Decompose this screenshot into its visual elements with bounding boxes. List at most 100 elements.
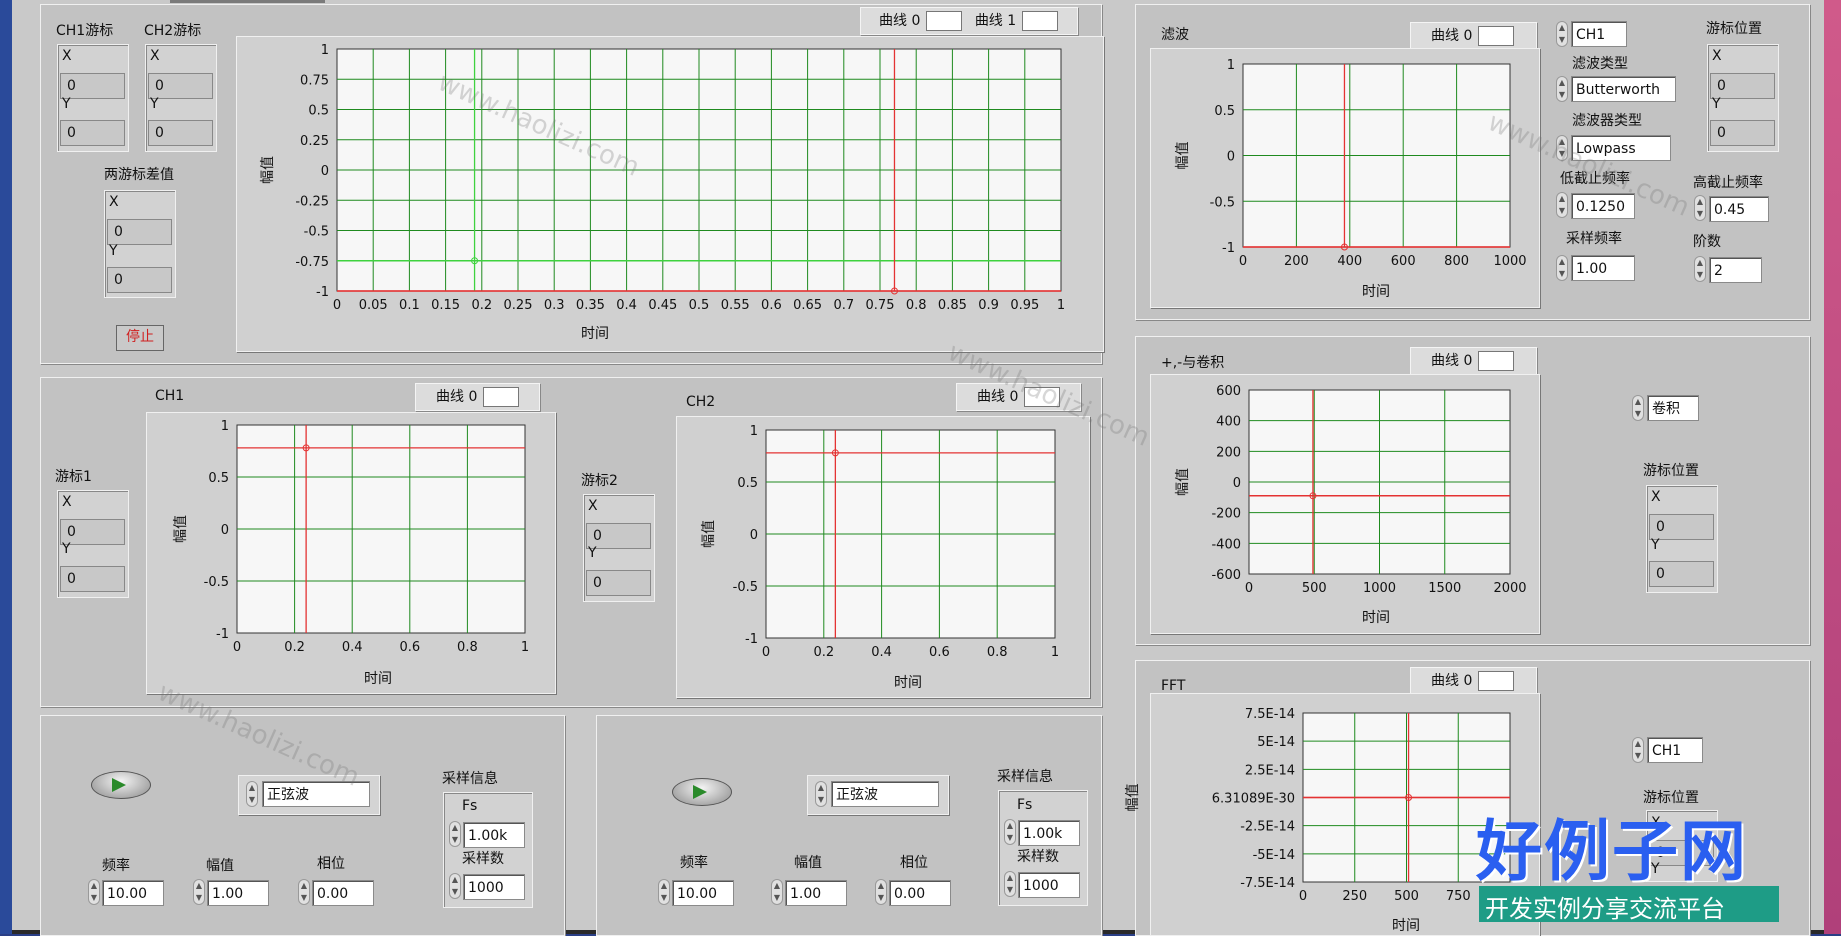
- fft-ytick-label: 7.5E-14: [1245, 707, 1295, 722]
- gen1-wave-select[interactable]: 正弦波: [262, 781, 370, 807]
- main-xlabel: 时间: [581, 326, 609, 342]
- gen1-phase-input[interactable]: 0.00: [312, 880, 374, 906]
- ch2-ytick-label: 0.5: [737, 476, 758, 491]
- main-ytick-label: -1: [316, 285, 329, 300]
- gen2-phase-spinner[interactable]: ▲ ▼: [875, 879, 887, 905]
- main-ytick-label: 0.75: [300, 73, 329, 88]
- filter-fs-spinner[interactable]: ▲ ▼: [1556, 255, 1568, 281]
- gen1-amp-input[interactable]: 1.00: [207, 880, 269, 906]
- ch1-xtick-label: 0.6: [399, 640, 420, 655]
- filter-low-spinner[interactable]: ▲ ▼: [1556, 192, 1568, 218]
- watermark-banner-text: 开发实例分享交流平台: [1485, 895, 1725, 923]
- gen2-n-spinner[interactable]: ▲ ▼: [1004, 871, 1016, 897]
- gen1-fs-input[interactable]: 1.00k: [463, 822, 525, 848]
- gen1-freq-spinner[interactable]: ▲ ▼: [88, 879, 100, 905]
- ch2-xtick-label: 0.6: [929, 645, 950, 660]
- filter-order-spinner[interactable]: ▲ ▼: [1694, 256, 1706, 282]
- main-chart: 0 0.05 0.1 0.15 0.2 0.25 0.3 0.35 0.4 0.45 0.5 0.55…: [260, 43, 1065, 342]
- main-xtick-label: 0.3: [544, 298, 565, 313]
- main-xtick-label: 0.65: [793, 298, 822, 313]
- gen1-freq-input[interactable]: 10.00: [102, 880, 164, 906]
- filter-low-input[interactable]: 0.1250: [1571, 193, 1635, 219]
- filter-channel-select[interactable]: CH1: [1571, 21, 1627, 47]
- fft-ytick-label: 6.31089E-30: [1212, 792, 1295, 807]
- filter-type-spinner[interactable]: ▲ ▼: [1556, 76, 1568, 102]
- main-xtick-label: 0.75: [866, 298, 895, 313]
- gen2-phase-input[interactable]: 0.00: [889, 880, 951, 906]
- ch2-xtick-label: 1: [1051, 645, 1059, 660]
- main-ytick-label: -0.25: [295, 194, 329, 209]
- filter-ftype-select[interactable]: Lowpass: [1571, 135, 1671, 161]
- filter-fs-label: 采样频率: [1566, 231, 1622, 247]
- ch2-ylabel: 幅值: [701, 520, 717, 548]
- fft-ytick-label: -2.5E-14: [1240, 820, 1295, 835]
- main-ytick-label: 1: [321, 43, 329, 58]
- fft-ylabel: 幅值: [1125, 784, 1141, 812]
- conv-xtick-label: 500: [1302, 581, 1327, 596]
- gen2-amp-spinner[interactable]: ▲ ▼: [771, 879, 783, 905]
- filter-cursor-label: 游标位置: [1706, 21, 1762, 37]
- filter-xtick-label: 200: [1284, 254, 1309, 269]
- filter-xtick-label: 600: [1391, 254, 1416, 269]
- gen1-amp-label: 幅值: [206, 858, 234, 874]
- main-xtick-label: 0.45: [648, 298, 677, 313]
- cursor2-x-label: X: [588, 498, 598, 514]
- gen2-fs-input[interactable]: 1.00k: [1018, 820, 1080, 846]
- main-xtick-label: 0.4: [616, 298, 637, 313]
- gen2-freq-input[interactable]: 10.00: [672, 880, 734, 906]
- main-xtick-label: 0.5: [689, 298, 710, 313]
- fft-xtick-label: 250: [1342, 889, 1367, 904]
- play-icon: [112, 778, 126, 792]
- filter-high-spinner[interactable]: ▲ ▼: [1694, 195, 1706, 221]
- gen2-phase-label: 相位: [900, 855, 928, 871]
- gen2-freq-spinner[interactable]: ▲ ▼: [658, 879, 670, 905]
- filter-xlabel: 时间: [1362, 284, 1390, 300]
- filter-order-input[interactable]: 2: [1709, 257, 1762, 283]
- filter-high-input[interactable]: 0.45: [1709, 196, 1769, 222]
- ch1-ytick-label: 0: [221, 523, 229, 538]
- ch1-ytick-label: 1: [221, 419, 229, 434]
- gen2-wave-select[interactable]: 正弦波: [831, 781, 939, 807]
- filter-ytick-label: -1: [1222, 241, 1235, 256]
- conv-ytick-label: -200: [1211, 507, 1241, 522]
- ch2-ytick-label: 0: [750, 528, 758, 543]
- conv-op-spinner[interactable]: ▲ ▼: [1632, 395, 1644, 421]
- filter-ftype-spinner[interactable]: ▲ ▼: [1556, 135, 1568, 161]
- main-xtick-label: 0.55: [721, 298, 750, 313]
- filter-cursor-y-label: Y: [1712, 96, 1721, 112]
- gen1-n-input[interactable]: 1000: [463, 874, 525, 900]
- gen1-wave-spinner[interactable]: ▲ ▼: [246, 781, 258, 807]
- filter-ytick-label: 0.5: [1214, 104, 1235, 119]
- filter-type-select[interactable]: Butterworth: [1571, 76, 1676, 102]
- conv-cursor-y-label: Y: [1651, 537, 1660, 553]
- gen2-amp-input[interactable]: 1.00: [785, 880, 847, 906]
- fft-xtick-label: 750: [1446, 889, 1471, 904]
- main-xtick-label: 0.35: [576, 298, 605, 313]
- gen1-phase-spinner[interactable]: ▲ ▼: [298, 879, 310, 905]
- conv-cursor-x-label: X: [1651, 489, 1661, 505]
- gen2-power-button[interactable]: [672, 778, 732, 806]
- gen1-amp-spinner[interactable]: ▲ ▼: [193, 879, 205, 905]
- conv-ytick-label: 0: [1233, 476, 1241, 491]
- main-xtick-label: 0.05: [359, 298, 388, 313]
- gen1-power-button[interactable]: [91, 771, 151, 799]
- filter-xtick-label: 1000: [1493, 254, 1526, 269]
- cursor2-y-label: Y: [588, 545, 597, 561]
- ch2-chart-title: CH2: [686, 394, 716, 410]
- fft-channel-select[interactable]: CH1: [1647, 737, 1703, 763]
- gen1-fs-spinner[interactable]: ▲ ▼: [449, 821, 461, 847]
- filter-channel-spinner[interactable]: ▲ ▼: [1556, 21, 1568, 47]
- main-xtick-label: 0.15: [431, 298, 460, 313]
- gen2-fs-spinner[interactable]: ▲ ▼: [1004, 819, 1016, 845]
- conv-ytick-label: -600: [1211, 568, 1241, 583]
- ch2-xtick-label: 0: [762, 645, 770, 660]
- ch2-xtick-label: 0.4: [871, 645, 892, 660]
- gen2-wave-spinner[interactable]: ▲ ▼: [815, 781, 827, 807]
- gen2-n-input[interactable]: 1000: [1018, 872, 1080, 898]
- main-xtick-label: 0.9: [978, 298, 999, 313]
- filter-fs-input[interactable]: 1.00: [1571, 255, 1635, 281]
- gen1-n-spinner[interactable]: ▲ ▼: [449, 873, 461, 899]
- fft-channel-spinner[interactable]: ▲ ▼: [1632, 737, 1644, 763]
- conv-chart: 0 500 1000 1500 20006004002000-200-400-600时间…: [1175, 384, 1527, 626]
- conv-op-select[interactable]: 卷积: [1647, 395, 1699, 421]
